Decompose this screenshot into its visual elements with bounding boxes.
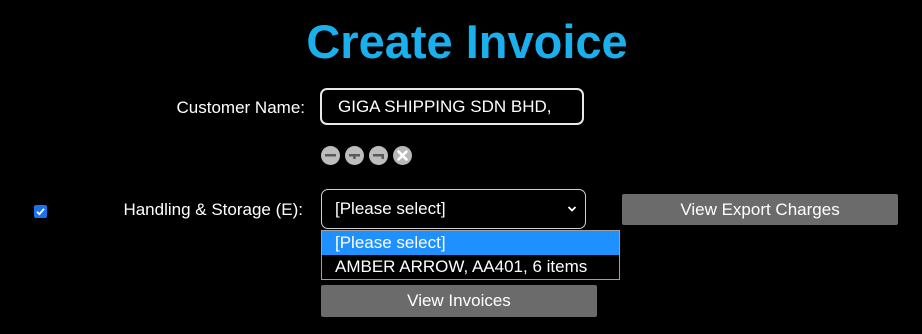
dropdown-option[interactable]: AMBER ARROW, AA401, 6 items xyxy=(322,255,619,279)
close-icon[interactable] xyxy=(393,146,412,165)
handling-checkbox[interactable] xyxy=(34,205,47,218)
handling-storage-label: Handling & Storage (E): xyxy=(123,200,303,219)
dropdown-option[interactable]: [Please select] xyxy=(322,231,619,255)
chevron-down-icon xyxy=(567,206,577,212)
checkmark-icon xyxy=(36,208,45,216)
page-title: Create Invoice xyxy=(306,15,628,68)
create-invoice-page: Create Invoice Customer Name: GIGA SHIPP… xyxy=(0,0,922,334)
equals-icon[interactable] xyxy=(369,146,388,165)
plus-icon[interactable] xyxy=(345,146,364,165)
view-invoices-button[interactable]: View Invoices xyxy=(321,285,597,317)
view-export-charges-button[interactable]: View Export Charges xyxy=(622,194,898,225)
select-value: [Please select] xyxy=(335,199,446,218)
handling-storage-dropdown: [Please select] AMBER ARROW, AA401, 6 it… xyxy=(321,230,620,280)
handling-storage-select[interactable]: [Please select] xyxy=(321,189,586,229)
customer-controls xyxy=(321,146,412,165)
customer-name-input[interactable]: GIGA SHIPPING SDN BHD, xyxy=(320,88,584,125)
minus-icon[interactable] xyxy=(321,146,340,165)
customer-name-label: Customer Name: xyxy=(176,98,305,117)
